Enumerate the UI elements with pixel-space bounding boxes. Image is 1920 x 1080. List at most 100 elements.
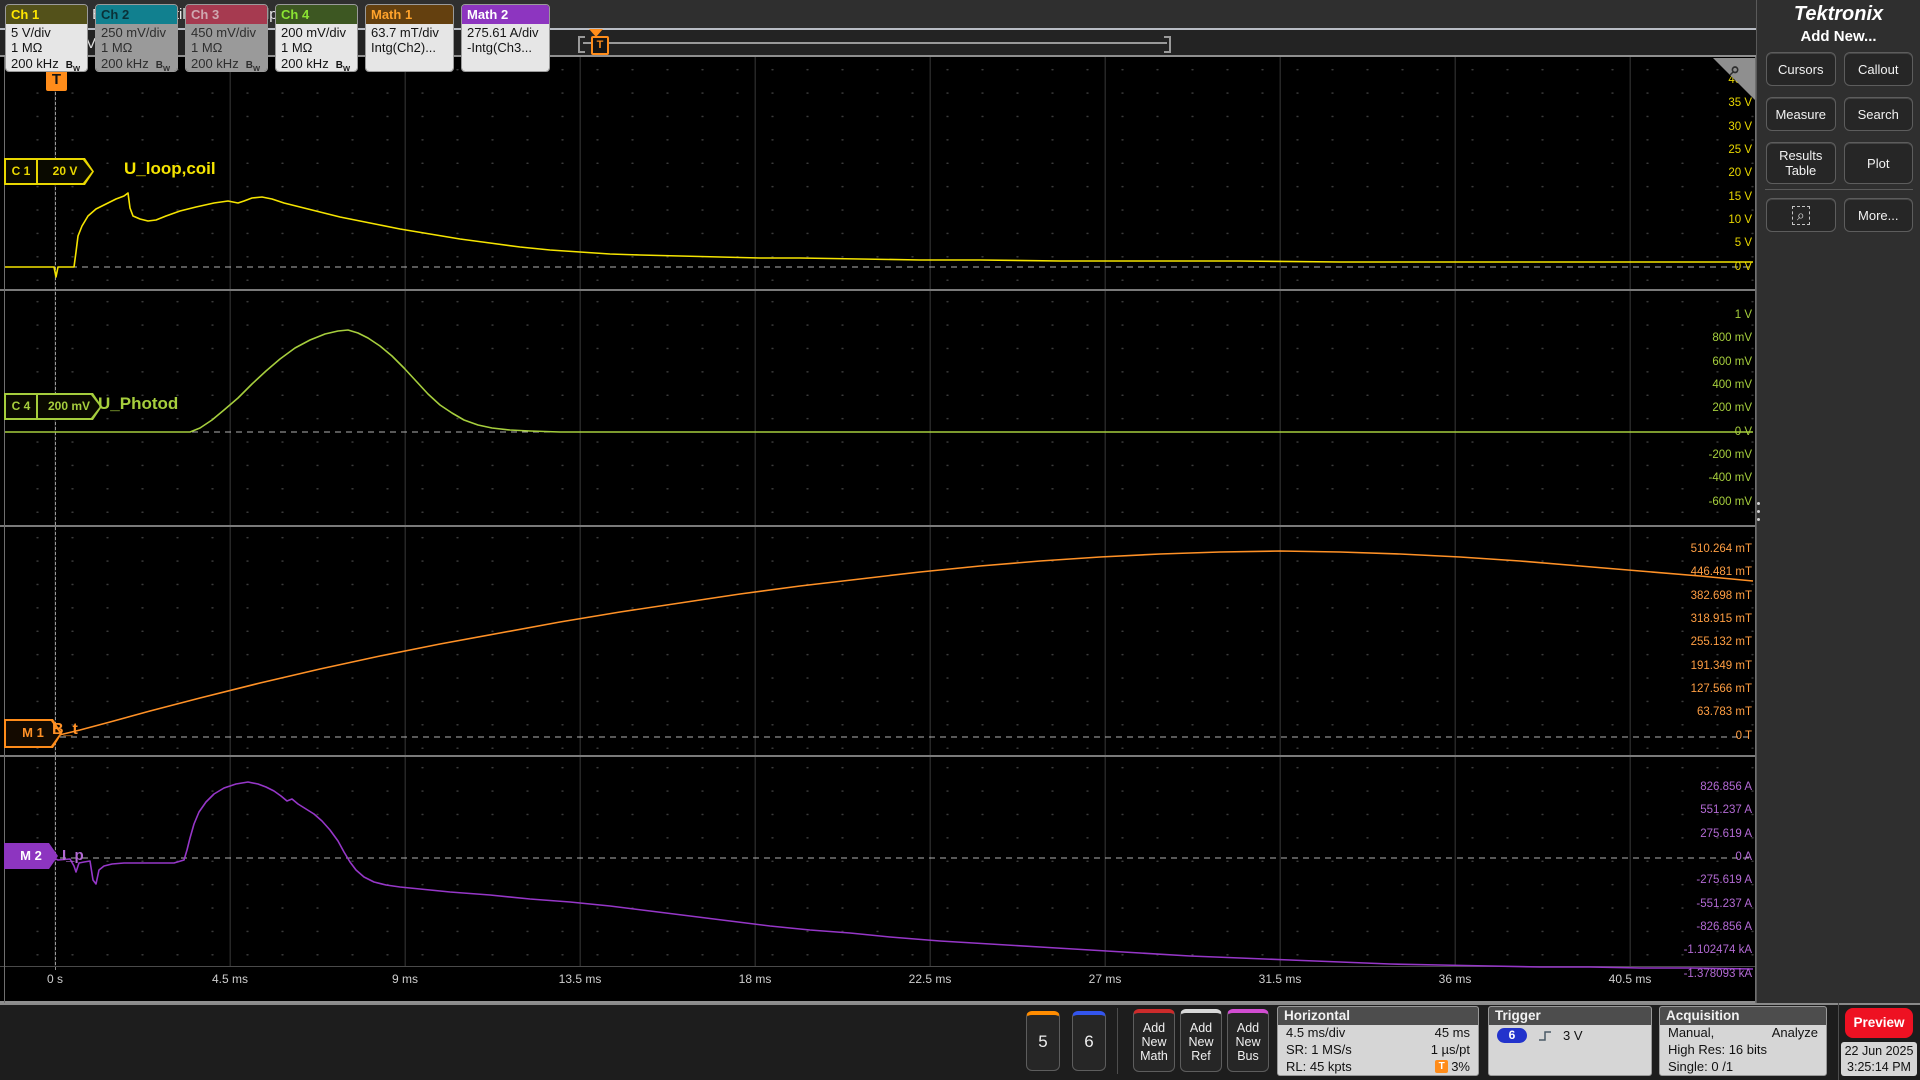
badge-body: 450 mV/div 1 MΩ 200 kHz BW: [186, 24, 267, 72]
badge-line: 200 kHz BW: [101, 55, 171, 72]
channel-badge-ch-4[interactable]: Ch 4 200 mV/div 1 MΩ 200 kHz BW: [275, 4, 358, 72]
acquisition-badge[interactable]: Acquisition Manual, Analyze High Res: 16 …: [1659, 1006, 1827, 1076]
channel-badge-ch-1[interactable]: Ch 15 V/div 1 MΩ 200 kHz BW: [5, 4, 88, 72]
channel-ref-badge-c1[interactable]: C 1 20 V: [4, 158, 94, 185]
channel-5-button[interactable]: 5: [1026, 1011, 1060, 1071]
acquisition-single-count: Single: 0 /1: [1668, 1058, 1734, 1074]
axis-tick: 510.264 mT: [1690, 543, 1752, 555]
badge-body: 250 mV/div 1 MΩ 200 kHz BW: [96, 24, 177, 72]
more-button[interactable]: More...: [1843, 198, 1913, 232]
trace-b-t: [54, 550, 1754, 737]
bottombar-separator-2: [1838, 1003, 1839, 1080]
zoom-select-button[interactable]: ⌕: [1766, 198, 1836, 232]
minimap-trigger-flag-icon[interactable]: T: [591, 36, 609, 55]
badge-line: -Intg(Ch3...: [467, 40, 533, 56]
cursors-button[interactable]: Cursors: [1766, 52, 1836, 86]
trace-label-b-t[interactable]: B_t: [52, 721, 78, 739]
axis-tick: 191.349 mT: [1690, 659, 1752, 672]
time-tick: 18 ms: [738, 972, 772, 986]
trace-label-u-photod[interactable]: U_Photod: [98, 394, 178, 414]
time-tick: 22.5 ms: [908, 972, 952, 986]
axis-tick: 800 mV: [1712, 332, 1752, 345]
channel-ref-badge-c4[interactable]: C 4 200 mV: [4, 393, 102, 420]
badge-body: 200 mV/div 1 MΩ 200 kHz BW: [276, 24, 357, 72]
badge-header: Ch 1: [6, 5, 87, 24]
channel-badge-math-2[interactable]: Math 2 275.61 A/div -Intg(Ch3...: [461, 4, 550, 72]
axis-tick: 446.481 mT: [1690, 566, 1752, 579]
channel-badge-math-1[interactable]: Math 1 63.7 mT/div Intg(Ch2)...: [365, 4, 454, 72]
axis-tick: 127.566 mT: [1690, 683, 1752, 696]
position-bar-left-bracket: [578, 36, 585, 53]
channel-ref-badge-m2[interactable]: M 2: [4, 843, 58, 869]
axis-tick: 0 V: [1734, 260, 1752, 273]
badge-line: 63.7 mT/div: [371, 25, 439, 40]
trigger-badge[interactable]: Trigger 6 3 V: [1488, 1006, 1652, 1076]
bandwidth-icon: BW: [335, 59, 351, 72]
bottombar-separator: [1117, 1008, 1118, 1074]
datetime-display: 22 Jun 2025 3:25:14 PM: [1841, 1042, 1917, 1076]
axis-tick: 600 mV: [1712, 355, 1752, 368]
time-tick: 13.5 ms: [558, 972, 602, 986]
trigger-title: Trigger: [1489, 1007, 1651, 1025]
trace-u-photod: [5, 329, 1753, 433]
sample-rate: SR: 1 MS/s: [1286, 1041, 1352, 1057]
record-length: RL: 45 kpts: [1286, 1058, 1352, 1074]
badge-header: Ch 3: [186, 5, 267, 24]
badge-line: 1 MΩ: [11, 40, 43, 56]
time-tick: 9 ms: [391, 972, 419, 986]
channel-6-button[interactable]: 6: [1072, 1011, 1106, 1071]
preview-button[interactable]: Preview: [1845, 1008, 1913, 1038]
axis-tick: 551.237 A: [1700, 804, 1752, 817]
results-table-button[interactable]: Results Table: [1766, 142, 1836, 184]
channel-badge-ch-2[interactable]: Ch 2 250 mV/div 1 MΩ 200 kHz BW: [95, 4, 178, 72]
horizontal-position-bar[interactable]: [583, 42, 1167, 44]
horizontal-window: 45 ms: [1434, 1025, 1470, 1040]
bandwidth-icon: BW: [155, 59, 171, 72]
badge-line: 200 kHz BW: [11, 55, 81, 72]
axis-tick: 255.132 mT: [1690, 636, 1752, 649]
time-tick: 0 s: [46, 972, 64, 986]
magnifier-icon[interactable]: ⌕: [1730, 59, 1740, 80]
badge-body: 63.7 mT/div Intg(Ch2)...: [366, 24, 453, 71]
waveform-canvas[interactable]: [4, 57, 1756, 1003]
panel-divider: [1765, 189, 1913, 190]
badge-header: Ch 2: [96, 5, 177, 24]
axis-tick: -400 mV: [1708, 472, 1752, 485]
axis-tick: -275.619 A: [1696, 874, 1752, 887]
trace-label-i-p[interactable]: I_p: [62, 847, 84, 864]
badge-header: Math 1: [366, 5, 453, 24]
badge-line: 450 mV/div: [191, 25, 257, 40]
trigger-position-percent: 3%: [1451, 1058, 1470, 1074]
add-new-math-button[interactable]: Add New Math: [1133, 1009, 1175, 1072]
acquisition-resolution: High Res: 16 bits: [1668, 1041, 1767, 1057]
ch4-volt-axis: 1 V 800 mV 600 mV 400 mV 200 mV 0 V -200 mV -40…: [1632, 304, 1752, 514]
callout-button[interactable]: Callout: [1843, 52, 1913, 86]
trigger-level: 3 V: [1563, 1028, 1583, 1043]
badge-body: 275.61 A/div -Intg(Ch3...: [462, 24, 549, 71]
trigger-source-pill: 6: [1497, 1028, 1527, 1043]
axis-tick: 30 V: [1728, 120, 1752, 133]
horizontal-badge[interactable]: Horizontal 4.5 ms/div 45 ms SR: 1 MS/s 1 µ…: [1277, 1006, 1479, 1076]
time-tick: 31.5 ms: [1258, 972, 1302, 986]
axis-tick: -200 mV: [1708, 449, 1752, 462]
axis-tick: 318.915 mT: [1690, 613, 1752, 626]
sample-interval: 1 µs/pt: [1430, 1041, 1470, 1057]
plot-button[interactable]: Plot: [1843, 142, 1913, 184]
axis-tick: -826.856 A: [1696, 921, 1752, 934]
trace-label-u-loop-coil[interactable]: U_loop,coil: [124, 159, 216, 179]
channel-badge-row: Ch 15 V/div 1 MΩ 200 kHz BW Ch 2 250 mV/div 1 …: [5, 4, 550, 72]
trigger-position-icon: T: [1435, 1060, 1449, 1074]
search-button[interactable]: Search: [1843, 97, 1913, 131]
tektronix-logo: Tektronix: [1793, 3, 1884, 25]
c1-label: C 1: [6, 160, 38, 183]
axis-tick: 0 T: [1735, 729, 1752, 742]
panel-drag-handle[interactable]: [1757, 502, 1760, 526]
add-new-ref-button[interactable]: Add New Ref: [1180, 1009, 1222, 1072]
time-tick: 36 ms: [1438, 972, 1472, 986]
badge-line: 200 kHz BW: [191, 55, 261, 72]
measure-button[interactable]: Measure: [1766, 97, 1836, 131]
add-new-bus-button[interactable]: Add New Bus: [1227, 1009, 1269, 1072]
trace-u-loop-coil: [5, 192, 1753, 278]
channel-badge-ch-3[interactable]: Ch 3 450 mV/div 1 MΩ 200 kHz BW: [185, 4, 268, 72]
ch1-volt-axis: 40 V 35 V 30 V 25 V 20 V 15 V 10 V5 V0 V: [1632, 69, 1752, 279]
